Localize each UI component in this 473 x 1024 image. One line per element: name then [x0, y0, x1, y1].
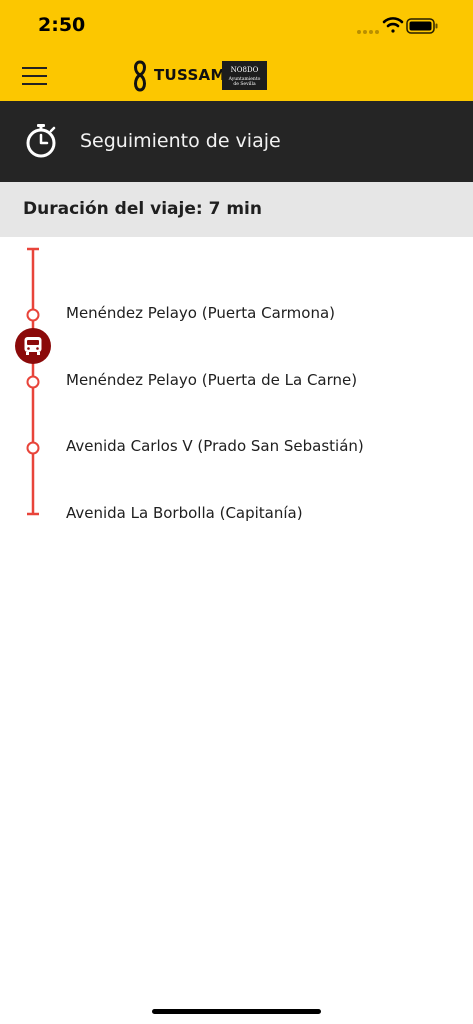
- status-time: 2:50: [38, 14, 86, 36]
- svg-text:NO8DO: NO8DO: [231, 66, 259, 74]
- status-icons: [357, 17, 438, 34]
- stopwatch-icon: [26, 124, 56, 158]
- wifi-icon: [382, 17, 404, 33]
- stop-marker: [26, 308, 40, 322]
- municipality-badge: NO8DO Ayuntamiento de Sevilla: [222, 61, 267, 90]
- stop-marker: [26, 441, 40, 455]
- bus-position-marker: [15, 328, 51, 364]
- page-title: Seguimiento de viaje: [80, 130, 281, 152]
- tussam-logo-icon: [134, 60, 146, 92]
- menu-button[interactable]: [22, 65, 47, 87]
- route-timeline: [15, 247, 51, 516]
- municipality-emblem-icon: NO8DO: [231, 66, 259, 74]
- top-bar: 2:50 TUSSAM NO8DO Ayuntamiento de Sevill…: [0, 0, 473, 101]
- trip-duration-bar: Duración del viaje: 7 min: [0, 182, 473, 237]
- battery-icon: [406, 18, 438, 34]
- stop-item[interactable]: Avenida La Borbolla (Capitanía): [66, 504, 303, 522]
- municipality-line2: de Sevilla: [233, 82, 256, 87]
- signal-icon: [357, 30, 379, 34]
- brand-name: TUSSAM: [154, 66, 226, 84]
- screen-header: Seguimiento de viaje: [0, 101, 473, 182]
- trip-duration: Duración del viaje: 7 min: [23, 199, 262, 219]
- stop-item[interactable]: Avenida Carlos V (Prado San Sebastián): [66, 437, 364, 455]
- stop-item[interactable]: Menéndez Pelayo (Puerta de La Carne): [66, 371, 357, 389]
- stop-marker: [26, 375, 40, 389]
- home-indicator[interactable]: [152, 1009, 321, 1014]
- stop-item[interactable]: Menéndez Pelayo (Puerta Carmona): [66, 304, 335, 322]
